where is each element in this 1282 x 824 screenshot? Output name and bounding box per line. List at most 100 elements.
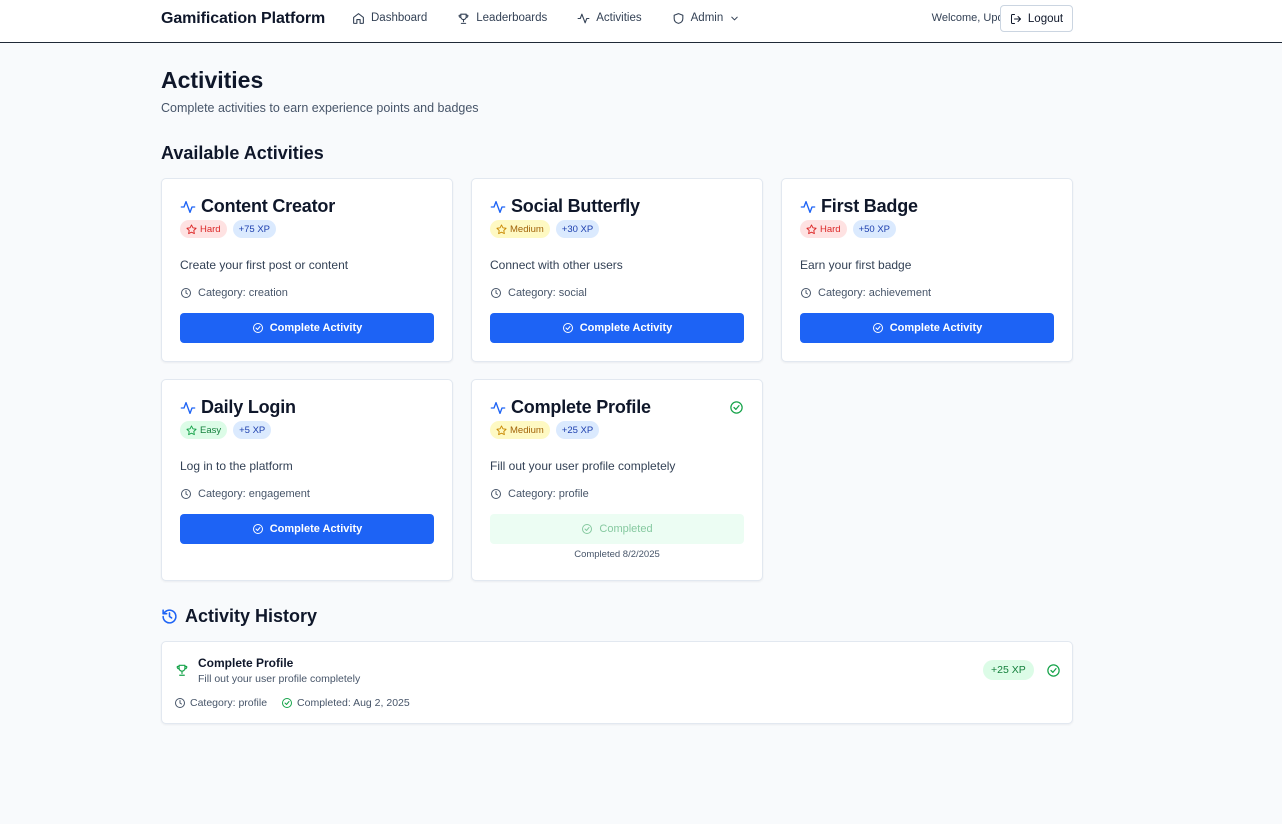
completed-button: Completed xyxy=(490,514,744,544)
check-circle-icon xyxy=(581,523,593,535)
clock-icon xyxy=(180,287,192,299)
star-icon xyxy=(186,223,197,235)
complete-activity-button[interactable]: Complete Activity xyxy=(800,313,1054,343)
activity-category: Category: profile xyxy=(490,488,589,500)
xp-badge: +50 XP xyxy=(852,220,897,238)
difficulty-label: Easy xyxy=(200,424,222,436)
history-entry-description: Fill out your user profile completely xyxy=(198,673,361,685)
shield-icon xyxy=(672,12,685,25)
difficulty-badge: Easy xyxy=(180,421,228,439)
button-label: Completed xyxy=(599,523,653,535)
history-icon xyxy=(161,608,178,625)
trophy-icon xyxy=(175,663,189,677)
home-icon xyxy=(352,12,365,25)
clock-icon xyxy=(180,488,192,500)
nav-dashboard-label: Dashboard xyxy=(371,12,428,24)
button-label: Complete Activity xyxy=(889,322,983,334)
activity-card: Social Butterfly Medium +30 XP Connect w… xyxy=(471,178,763,362)
activity-card-completed: Complete Profile Medium +25 XP Fill out … xyxy=(471,379,763,581)
page-subtitle: Complete activities to earn experience p… xyxy=(161,101,479,115)
category-label: Category: engagement xyxy=(198,488,310,500)
difficulty-badge: Hard xyxy=(800,220,847,238)
nav-leaderboards[interactable]: Leaderboards xyxy=(457,0,547,36)
history-entry-title: Complete Profile xyxy=(198,656,294,670)
check-circle-icon xyxy=(562,322,574,334)
card-header: First Badge xyxy=(800,196,918,217)
nav-admin[interactable]: Admin xyxy=(672,0,741,36)
category-label: Category: achievement xyxy=(818,287,932,299)
history-title: Activity History xyxy=(185,606,318,626)
difficulty-badge: Medium xyxy=(490,220,550,238)
nav-leaderboards-label: Leaderboards xyxy=(476,12,548,24)
activity-badges: Medium +30 XP xyxy=(490,220,600,238)
difficulty-label: Hard xyxy=(820,223,841,235)
xp-badge: +30 XP xyxy=(555,220,600,238)
activity-category: Category: achievement xyxy=(800,287,931,299)
activity-card: Daily Login Easy +5 XP Log in to the pla… xyxy=(161,379,453,581)
clock-icon xyxy=(800,287,812,299)
check-circle-icon xyxy=(872,322,884,334)
star-icon xyxy=(496,223,507,235)
difficulty-label: Medium xyxy=(510,223,544,235)
card-header: Content Creator xyxy=(180,196,335,217)
button-label: Complete Activity xyxy=(269,523,363,535)
card-header: Daily Login xyxy=(180,397,296,418)
activity-description: Connect with other users xyxy=(490,258,623,272)
category-label: Category: creation xyxy=(198,287,288,299)
check-circle-icon xyxy=(729,400,744,415)
activity-title: First Badge xyxy=(821,196,918,216)
brand-name[interactable]: Gamification Platform xyxy=(161,10,325,28)
activity-badges: Easy +5 XP xyxy=(180,421,272,439)
complete-activity-button[interactable]: Complete Activity xyxy=(180,514,434,544)
xp-badge: +5 XP xyxy=(233,421,272,439)
clock-icon xyxy=(174,697,186,709)
activity-description: Log in to the platform xyxy=(180,459,293,473)
page-title: Activities xyxy=(161,67,264,93)
activity-category: Category: creation xyxy=(180,287,288,299)
xp-badge: +75 XP xyxy=(232,220,277,238)
clock-icon xyxy=(490,488,502,500)
main-nav: Dashboard Leaderboards Activities Admin xyxy=(352,0,770,36)
activity-icon xyxy=(180,400,196,416)
top-navbar: Gamification Platform Dashboard Leaderbo… xyxy=(0,0,1282,43)
logout-label: Logout xyxy=(1027,12,1064,25)
complete-activity-button[interactable]: Complete Activity xyxy=(180,313,434,343)
activity-title: Content Creator xyxy=(201,196,336,216)
logout-icon xyxy=(1010,13,1022,25)
activity-category: Category: engagement xyxy=(180,488,310,500)
history-entry: Complete Profile Fill out your user prof… xyxy=(161,641,1073,724)
difficulty-badge: Hard xyxy=(180,220,227,238)
difficulty-badge: Medium xyxy=(490,421,550,439)
category-label: Category: social xyxy=(508,287,587,299)
check-circle-icon xyxy=(1046,663,1061,678)
difficulty-label: Hard xyxy=(200,223,221,235)
check-circle-icon xyxy=(252,523,264,535)
clock-icon xyxy=(490,287,502,299)
activity-icon xyxy=(577,12,590,25)
activity-title: Social Butterfly xyxy=(511,196,640,216)
activity-description: Create your first post or content xyxy=(180,258,349,272)
history-entry-meta: Category: profile Completed: Aug 2, 2025 xyxy=(174,697,410,709)
activity-icon xyxy=(490,199,506,215)
nav-admin-label: Admin xyxy=(690,12,724,24)
activity-category: Category: social xyxy=(490,287,587,299)
star-icon xyxy=(806,223,817,235)
activity-description: Earn your first badge xyxy=(800,258,912,272)
activity-card: First Badge Hard +50 XP Earn your first … xyxy=(781,178,1073,362)
category-label: Category: profile xyxy=(508,488,589,500)
activity-icon xyxy=(490,400,506,416)
xp-badge: +25 XP xyxy=(555,421,600,439)
activity-icon xyxy=(800,199,816,215)
star-icon xyxy=(186,424,197,436)
nav-dashboard[interactable]: Dashboard xyxy=(352,0,427,36)
activity-title: Daily Login xyxy=(201,397,296,417)
nav-activities[interactable]: Activities xyxy=(577,0,642,36)
activity-title: Complete Profile xyxy=(511,397,651,417)
logout-button[interactable]: Logout xyxy=(1000,5,1073,32)
complete-activity-button[interactable]: Complete Activity xyxy=(490,313,744,343)
check-circle-icon xyxy=(252,322,264,334)
star-icon xyxy=(496,424,507,436)
trophy-icon xyxy=(457,12,470,25)
button-label: Complete Activity xyxy=(579,322,673,334)
activity-history-heading: Activity History xyxy=(161,606,317,627)
